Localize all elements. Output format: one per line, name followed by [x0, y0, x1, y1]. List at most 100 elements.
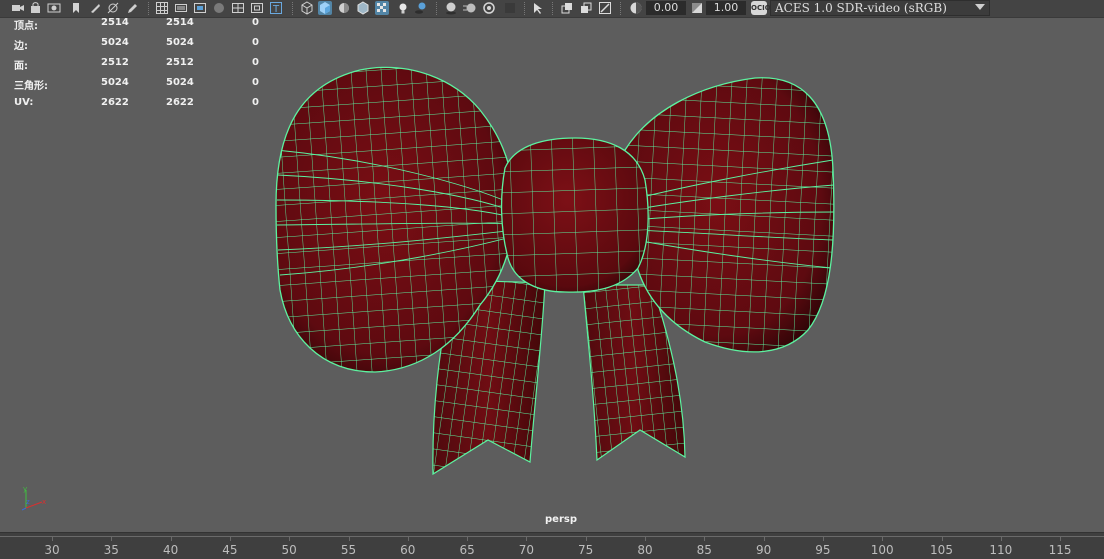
xray-active-icon[interactable] — [579, 1, 593, 15]
gate-mask-icon[interactable] — [212, 1, 226, 15]
hud-value: 5024 — [166, 77, 194, 88]
timeline-tick — [1000, 537, 1002, 541]
backface-icon[interactable] — [598, 1, 612, 15]
wireframe-on-shaded-icon[interactable] — [356, 1, 370, 15]
2d-pan-icon[interactable] — [106, 1, 120, 15]
xray-joints-icon[interactable] — [560, 1, 574, 15]
timeline-tick-label: 85 — [696, 543, 712, 557]
timeline-tick-label: 40 — [162, 543, 179, 557]
color-management-icon[interactable]: OCIO — [751, 1, 771, 15]
timeline-tick-label: 80 — [637, 543, 653, 557]
viewport-toolbar: T 0.00 1.00 OCIO ACES 1.0 SDR-video (sRG… — [0, 0, 1104, 18]
timeline-tick — [170, 537, 172, 541]
timeline-tick-label: 30 — [44, 543, 60, 557]
hud-label: 顶点: — [14, 21, 38, 32]
gamma-icon[interactable] — [690, 1, 704, 15]
wireframe-icon[interactable] — [300, 1, 314, 15]
timeline-tick-label: 105 — [930, 543, 953, 557]
hud-value: 2622 — [166, 97, 194, 108]
ruler-line — [0, 536, 1104, 537]
camera-attr-icon[interactable] — [47, 1, 61, 15]
timeline-tick-label: 95 — [815, 543, 831, 557]
default-material-icon[interactable] — [337, 1, 351, 15]
timeline-tick-label: 65 — [459, 543, 475, 557]
hud-value: 5024 — [101, 77, 129, 88]
xray-icon[interactable] — [375, 1, 389, 15]
color-space-dropdown[interactable]: ACES 1.0 SDR-video (sRGB) — [770, 0, 990, 16]
timeline-tick-label: 100 — [870, 543, 894, 557]
grease-pencil-icon[interactable] — [125, 1, 139, 15]
anti-alias-icon[interactable] — [482, 1, 496, 15]
hud-label: UV: — [14, 97, 34, 108]
timeline-tick-label: 55 — [340, 543, 357, 557]
svg-text:y: y — [23, 485, 27, 493]
field-chart-icon[interactable] — [231, 1, 245, 15]
exposure-icon[interactable] — [629, 1, 643, 15]
chevron-down-icon[interactable] — [975, 4, 985, 10]
time-slider[interactable]: 30 35 40 45 50 55 60 65 70 75 80 85 90 95 100 105 110 115 — [0, 532, 1104, 559]
hud-value: 0 — [252, 57, 259, 68]
camera-lock-icon[interactable] — [29, 1, 43, 15]
timeline-tick-label: 90 — [755, 543, 772, 557]
timeline-tick — [585, 537, 587, 541]
safe-title-icon[interactable]: T — [269, 1, 283, 15]
screen-space-ao-icon[interactable] — [444, 1, 458, 15]
timeline-tick-label: 50 — [281, 543, 297, 557]
hud-label: 边: — [14, 41, 28, 52]
isolate-select-icon[interactable] — [531, 1, 545, 15]
timeline-tick — [882, 537, 884, 541]
hud-value: 0 — [252, 17, 259, 28]
timeline-tick — [348, 537, 350, 541]
timeline-tick-label: 70 — [518, 543, 535, 557]
smooth-shade-icon[interactable] — [318, 1, 332, 15]
hud-label: 三角形: — [14, 81, 48, 92]
resolution-gate-icon[interactable] — [193, 1, 207, 15]
bookmark-icon[interactable] — [69, 1, 83, 15]
viewport-canvas[interactable] — [0, 17, 1104, 532]
timeline-tick-label: 35 — [103, 543, 119, 557]
hud-value: 5024 — [101, 37, 129, 48]
timeline-tick-label: 115 — [1048, 543, 1072, 557]
film-gate-icon[interactable] — [174, 1, 188, 15]
gamma-input[interactable]: 1.00 — [706, 1, 746, 15]
exposure-input[interactable]: 0.00 — [646, 1, 686, 15]
timeline-tick — [1060, 537, 1062, 541]
svg-text:T: T — [272, 4, 280, 15]
hud-value: 2512 — [166, 57, 194, 68]
timeline-tick-label: 75 — [578, 543, 594, 557]
hud-value: 0 — [252, 97, 259, 108]
timeline-tick — [822, 537, 824, 541]
hud-value: 2622 — [101, 97, 129, 108]
timeline-tick — [289, 537, 291, 541]
hud-value: 2514 — [101, 17, 129, 28]
camera-icon[interactable] — [11, 1, 25, 15]
timeline-tick — [704, 537, 706, 541]
timeline-tick — [52, 537, 53, 541]
hud-value: 5024 — [166, 37, 194, 48]
timeline-tick — [645, 537, 646, 541]
timeline-tick — [941, 537, 943, 541]
motion-blur-icon[interactable] — [463, 1, 477, 15]
timeline-tick — [467, 537, 469, 541]
timeline-tick-label: 60 — [400, 543, 416, 557]
svg-text:x: x — [42, 498, 46, 506]
timeline-tick — [526, 537, 528, 541]
grid-icon[interactable] — [155, 1, 169, 15]
timeline-tick — [763, 537, 765, 541]
use-all-lights-icon[interactable] — [396, 1, 410, 15]
shadows-icon[interactable] — [414, 1, 428, 15]
safe-action-icon[interactable] — [250, 1, 264, 15]
axis-gizmo-icon: y x z — [21, 485, 46, 511]
camera-name-label: persp — [545, 514, 577, 525]
hud-label: 面: — [14, 61, 28, 72]
timeline-tick-label: 45 — [222, 543, 238, 557]
image-plane-icon[interactable] — [88, 1, 102, 15]
hud-value: 2512 — [101, 57, 129, 68]
hud-value: 2514 — [166, 17, 194, 28]
svg-text:z: z — [26, 498, 30, 506]
hud-value: 0 — [252, 37, 259, 48]
timeline-tick — [407, 537, 409, 541]
timeline-tick-label: 110 — [989, 543, 1013, 557]
depth-of-field-icon[interactable] — [503, 1, 517, 15]
hud-value: 0 — [252, 77, 259, 88]
